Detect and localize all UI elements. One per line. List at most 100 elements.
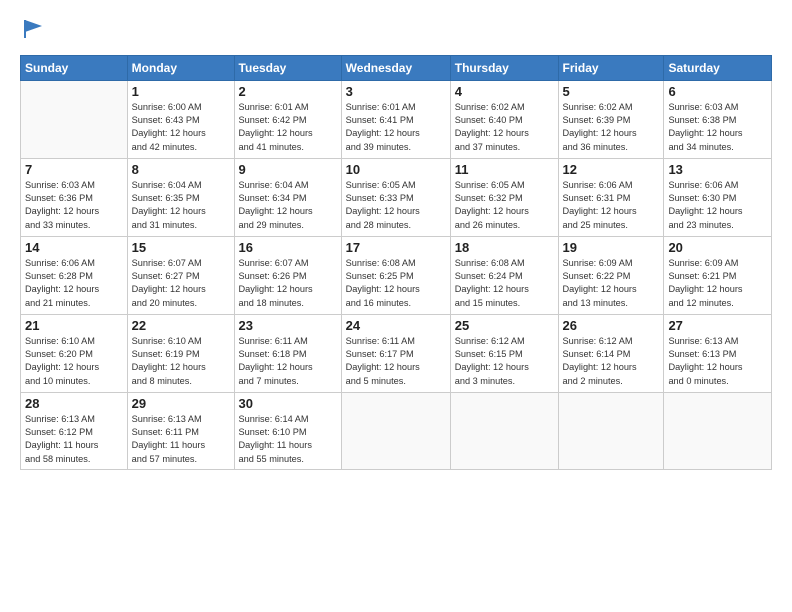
calendar-cell: 15 Sunrise: 6:07 AMSunset: 6:27 PMDayligh… [127,236,234,314]
day-info: Sunrise: 6:02 AMSunset: 6:39 PMDaylight:… [563,101,660,154]
day-number: 18 [455,240,554,255]
calendar-cell: 16 Sunrise: 6:07 AMSunset: 6:26 PMDayligh… [234,236,341,314]
calendar-cell: 26Sunrise: 6:12 AMSunset: 6:14 PMDayligh… [558,314,664,392]
calendar-table: SundayMondayTuesdayWednesdayThursdayFrid… [20,55,772,470]
day-number: 16 [239,240,337,255]
day-info: Sunrise: 6:06 AMSunset: 6:28 PMDaylight:… [25,257,123,310]
day-number: 29 [132,396,230,411]
weekday-header-sunday: Sunday [21,55,128,80]
day-number: 15 [132,240,230,255]
day-info: Sunrise: 6:01 AMSunset: 6:41 PMDaylight:… [346,101,446,154]
logo [20,18,44,45]
day-number: 1 [132,84,230,99]
calendar-cell: 5 Sunrise: 6:02 AMSunset: 6:39 PMDaylight… [558,80,664,158]
day-info: Sunrise: 6:14 AMSunset: 6:10 PMDaylight:… [239,413,337,466]
calendar-cell [450,392,558,469]
day-info: Sunrise: 6:04 AMSunset: 6:35 PMDaylight:… [132,179,230,232]
calendar-cell: 12 Sunrise: 6:06 AMSunset: 6:31 PMDayligh… [558,158,664,236]
calendar-cell: 7Sunrise: 6:03 AMSunset: 6:36 PMDaylight… [21,158,128,236]
calendar-cell [558,392,664,469]
day-number: 6 [668,84,767,99]
day-info: Sunrise: 6:05 AMSunset: 6:32 PMDaylight:… [455,179,554,232]
logo-flag-icon [22,18,44,40]
day-number: 17 [346,240,446,255]
day-number: 30 [239,396,337,411]
calendar-cell: 14Sunrise: 6:06 AMSunset: 6:28 PMDayligh… [21,236,128,314]
day-info: Sunrise: 6:13 AMSunset: 6:13 PMDaylight:… [668,335,767,388]
day-number: 7 [25,162,123,177]
calendar-cell: 23 Sunrise: 6:11 AMSunset: 6:18 PMDayligh… [234,314,341,392]
calendar-cell [664,392,772,469]
day-info: Sunrise: 6:07 AMSunset: 6:26 PMDaylight:… [239,257,337,310]
calendar-cell: 6 Sunrise: 6:03 AMSunset: 6:38 PMDaylight… [664,80,772,158]
day-info: Sunrise: 6:10 AMSunset: 6:20 PMDaylight:… [25,335,123,388]
day-number: 28 [25,396,123,411]
day-info: Sunrise: 6:09 AMSunset: 6:21 PMDaylight:… [668,257,767,310]
calendar-cell: 30 Sunrise: 6:14 AMSunset: 6:10 PMDayligh… [234,392,341,469]
page: SundayMondayTuesdayWednesdayThursdayFrid… [0,0,792,612]
calendar-cell: 27 Sunrise: 6:13 AMSunset: 6:13 PMDayligh… [664,314,772,392]
calendar-cell [21,80,128,158]
day-info: Sunrise: 6:12 AMSunset: 6:14 PMDaylight:… [563,335,660,388]
day-info: Sunrise: 6:08 AMSunset: 6:24 PMDaylight:… [455,257,554,310]
calendar-cell: 8 Sunrise: 6:04 AMSunset: 6:35 PMDaylight… [127,158,234,236]
day-info: Sunrise: 6:06 AMSunset: 6:31 PMDaylight:… [563,179,660,232]
calendar-cell: 13 Sunrise: 6:06 AMSunset: 6:30 PMDayligh… [664,158,772,236]
calendar-cell: 25 Sunrise: 6:12 AMSunset: 6:15 PMDayligh… [450,314,558,392]
day-number: 21 [25,318,123,333]
weekday-header-wednesday: Wednesday [341,55,450,80]
day-info: Sunrise: 6:09 AMSunset: 6:22 PMDaylight:… [563,257,660,310]
calendar-cell: 24Sunrise: 6:11 AMSunset: 6:17 PMDayligh… [341,314,450,392]
calendar-cell: 9 Sunrise: 6:04 AMSunset: 6:34 PMDaylight… [234,158,341,236]
day-info: Sunrise: 6:00 AMSunset: 6:43 PMDaylight:… [132,101,230,154]
day-number: 11 [455,162,554,177]
day-number: 13 [668,162,767,177]
day-info: Sunrise: 6:05 AMSunset: 6:33 PMDaylight:… [346,179,446,232]
header [20,18,772,45]
calendar-cell: 11 Sunrise: 6:05 AMSunset: 6:32 PMDayligh… [450,158,558,236]
day-number: 27 [668,318,767,333]
day-info: Sunrise: 6:11 AMSunset: 6:17 PMDaylight:… [346,335,446,388]
weekday-header-monday: Monday [127,55,234,80]
calendar-cell [341,392,450,469]
day-number: 23 [239,318,337,333]
day-number: 9 [239,162,337,177]
day-info: Sunrise: 6:06 AMSunset: 6:30 PMDaylight:… [668,179,767,232]
calendar-cell: 29 Sunrise: 6:13 AMSunset: 6:11 PMDayligh… [127,392,234,469]
day-number: 8 [132,162,230,177]
day-number: 10 [346,162,446,177]
weekday-header-friday: Friday [558,55,664,80]
day-number: 12 [563,162,660,177]
calendar-cell: 22Sunrise: 6:10 AMSunset: 6:19 PMDayligh… [127,314,234,392]
calendar-cell: 10 Sunrise: 6:05 AMSunset: 6:33 PMDayligh… [341,158,450,236]
day-info: Sunrise: 6:08 AMSunset: 6:25 PMDaylight:… [346,257,446,310]
day-number: 22 [132,318,230,333]
calendar-cell: 28 Sunrise: 6:13 AMSunset: 6:12 PMDayligh… [21,392,128,469]
calendar-cell: 18 Sunrise: 6:08 AMSunset: 6:24 PMDayligh… [450,236,558,314]
day-number: 3 [346,84,446,99]
day-info: Sunrise: 6:03 AMSunset: 6:38 PMDaylight:… [668,101,767,154]
day-info: Sunrise: 6:13 AMSunset: 6:12 PMDaylight:… [25,413,123,466]
weekday-header-tuesday: Tuesday [234,55,341,80]
calendar-cell: 4 Sunrise: 6:02 AMSunset: 6:40 PMDaylight… [450,80,558,158]
calendar-cell: 17 Sunrise: 6:08 AMSunset: 6:25 PMDayligh… [341,236,450,314]
day-number: 25 [455,318,554,333]
day-info: Sunrise: 6:12 AMSunset: 6:15 PMDaylight:… [455,335,554,388]
day-number: 4 [455,84,554,99]
weekday-header-thursday: Thursday [450,55,558,80]
weekday-header-saturday: Saturday [664,55,772,80]
day-number: 19 [563,240,660,255]
calendar-header-row: SundayMondayTuesdayWednesdayThursdayFrid… [21,55,772,80]
day-info: Sunrise: 6:11 AMSunset: 6:18 PMDaylight:… [239,335,337,388]
day-info: Sunrise: 6:13 AMSunset: 6:11 PMDaylight:… [132,413,230,466]
day-number: 2 [239,84,337,99]
day-info: Sunrise: 6:07 AMSunset: 6:27 PMDaylight:… [132,257,230,310]
day-number: 5 [563,84,660,99]
calendar-cell: 20 Sunrise: 6:09 AMSunset: 6:21 PMDayligh… [664,236,772,314]
calendar-cell: 3 Sunrise: 6:01 AMSunset: 6:41 PMDaylight… [341,80,450,158]
day-info: Sunrise: 6:02 AMSunset: 6:40 PMDaylight:… [455,101,554,154]
calendar-cell: 1 Sunrise: 6:00 AMSunset: 6:43 PMDaylight… [127,80,234,158]
day-number: 20 [668,240,767,255]
day-info: Sunrise: 6:01 AMSunset: 6:42 PMDaylight:… [239,101,337,154]
day-info: Sunrise: 6:04 AMSunset: 6:34 PMDaylight:… [239,179,337,232]
